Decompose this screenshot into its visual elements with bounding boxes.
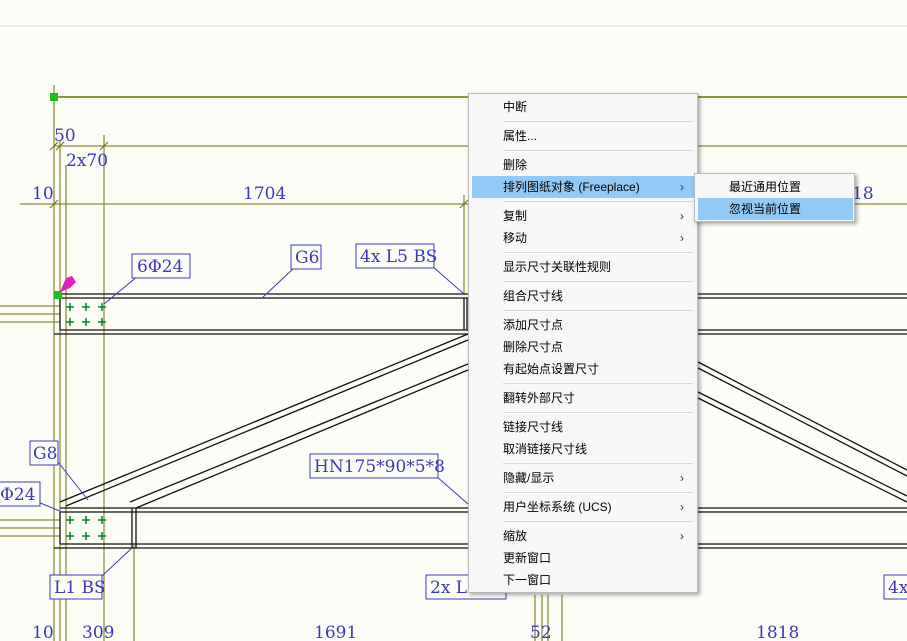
menu-item-label: 下一窗口: [503, 573, 552, 587]
menu-separator: [503, 412, 693, 413]
dim-text: 1691: [314, 623, 357, 641]
dim-text: 2x70: [66, 151, 108, 171]
menu-item-interrupt[interactable]: 中断: [472, 96, 694, 118]
menu-item-zoom[interactable]: 缩放 ›: [472, 525, 694, 547]
part-label: HN175*90*5*8: [314, 457, 445, 477]
chevron-right-icon: ›: [680, 180, 684, 194]
menu-item-label: 链接尺寸线: [503, 420, 564, 434]
menu-separator: [503, 463, 693, 464]
menu-item-label: 有起始点设置尺寸: [503, 362, 600, 376]
menu-item-update-window[interactable]: 更新窗口: [472, 547, 694, 569]
menu-item-properties[interactable]: 属性...: [472, 125, 694, 147]
menu-item-ucs[interactable]: 用户坐标系统 (UCS) ›: [472, 496, 694, 518]
menu-item-hide-show[interactable]: 隐藏/显示 ›: [472, 467, 694, 489]
menu-separator: [503, 121, 693, 122]
menu-separator: [503, 150, 693, 151]
menu-item-label: 最近通用位置: [729, 180, 802, 194]
menu-item-unlink-dim-lines[interactable]: 取消链接尺寸线: [472, 438, 694, 460]
chevron-right-icon: ›: [680, 231, 684, 245]
part-label: G8: [33, 444, 57, 464]
part-label: 4x: [888, 578, 907, 598]
menu-separator: [503, 201, 693, 202]
menu-item-label: 添加尺寸点: [503, 318, 564, 332]
dim-text: 309: [82, 623, 114, 641]
part-label: L1 BS: [54, 578, 106, 598]
menu-item-move[interactable]: 移动 ›: [472, 227, 694, 249]
menu-separator: [503, 521, 693, 522]
bolt-group: [66, 303, 106, 540]
part-label: G6: [295, 248, 319, 268]
cad-drawing-canvas[interactable]: 50 2x70 10 1704 18 10 309 1691 52 1818 6…: [0, 0, 907, 641]
menu-separator: [503, 492, 693, 493]
menu-item-label: 组合尺寸线: [503, 289, 564, 303]
menu-item-label: 翻转外部尺寸: [503, 391, 576, 405]
menu-item-label: 移动: [503, 231, 528, 245]
menu-item-label: 更新窗口: [503, 551, 552, 565]
dim-text: 1704: [243, 184, 286, 204]
chevron-right-icon: ›: [680, 471, 684, 485]
menu-item-label: 排列图纸对象 (Freeplace): [503, 180, 640, 194]
menu-item-combine-dim-lines[interactable]: 组合尺寸线: [472, 285, 694, 307]
submenu-freeplace: 最近通用位置 忽视当前位置: [694, 173, 855, 222]
dim-text: 52: [530, 623, 552, 641]
menu-item-link-dim-lines[interactable]: 链接尺寸线: [472, 416, 694, 438]
menu-item-set-dim-from-origin[interactable]: 有起始点设置尺寸: [472, 358, 694, 380]
menu-item-label: 隐藏/显示: [503, 471, 555, 485]
menu-item-label: 复制: [503, 209, 528, 223]
part-label: Φ24: [0, 485, 36, 505]
dim-text: 10: [32, 623, 54, 641]
menu-separator: [503, 281, 693, 282]
part-label: 2x L: [430, 578, 467, 598]
marker-icon: [60, 276, 76, 292]
menu-separator: [503, 310, 693, 311]
chevron-right-icon: ›: [680, 529, 684, 543]
menu-item-label: 用户坐标系统 (UCS): [503, 500, 612, 514]
submenu-item-recent-position[interactable]: 最近通用位置: [698, 176, 853, 198]
menu-item-label: 缩放: [503, 529, 528, 543]
dim-text: 18: [852, 184, 874, 204]
dim-text: 10: [32, 184, 54, 204]
submenu-item-ignore-position[interactable]: 忽视当前位置: [698, 198, 853, 220]
menu-separator: [503, 383, 693, 384]
menu-item-label: 中断: [503, 100, 528, 114]
part-label: 6Φ24: [137, 257, 183, 277]
menu-item-label: 删除尺寸点: [503, 340, 564, 354]
chevron-right-icon: ›: [680, 209, 684, 223]
menu-item-copy[interactable]: 复制 ›: [472, 205, 694, 227]
menu-item-label: 忽视当前位置: [729, 202, 802, 216]
menu-item-label: 属性...: [503, 129, 538, 143]
menu-item-delete-dim-point[interactable]: 删除尺寸点: [472, 336, 694, 358]
dim-text: 1818: [756, 623, 799, 641]
dimension-lines: [0, 85, 907, 641]
menu-item-delete[interactable]: 删除: [472, 154, 694, 176]
grip-handle[interactable]: [54, 291, 62, 299]
part-label: 4x L5 BS: [360, 247, 437, 267]
chevron-right-icon: ›: [680, 500, 684, 514]
menu-item-label: 显示尺寸关联性规则: [503, 260, 612, 274]
context-menu: 中断 属性... 删除 排列图纸对象 (Freeplace) › 复制 › 移动 › …: [468, 93, 698, 593]
menu-item-label: 删除: [503, 158, 528, 172]
menu-item-add-dim-point[interactable]: 添加尺寸点: [472, 314, 694, 336]
menu-item-arrange-freeplace[interactable]: 排列图纸对象 (Freeplace) ›: [472, 176, 694, 198]
menu-separator: [503, 252, 693, 253]
menu-item-next-window[interactable]: 下一窗口: [472, 569, 694, 591]
menu-item-show-dim-rules[interactable]: 显示尺寸关联性规则: [472, 256, 694, 278]
grip-handle[interactable]: [50, 93, 58, 101]
dim-text: 50: [54, 126, 76, 146]
menu-item-label: 取消链接尺寸线: [503, 442, 588, 456]
label-leaders: [37, 265, 469, 577]
menu-item-flip-external-dim[interactable]: 翻转外部尺寸: [472, 387, 694, 409]
